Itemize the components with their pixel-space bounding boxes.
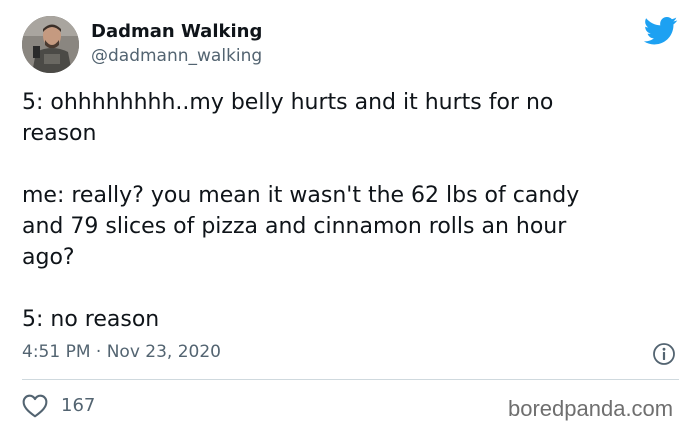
twitter-bird-icon[interactable] <box>644 17 678 45</box>
user-handle[interactable]: @dadmann_walking <box>91 46 262 66</box>
tweet-timestamp[interactable]: 4:51 PM · Nov 23, 2020 <box>22 342 221 362</box>
like-count[interactable]: 167 <box>61 395 95 416</box>
tweet-text: 5: ohhhhhhhh..my belly hurts and it hurt… <box>22 87 672 335</box>
source-watermark: boredpanda.com <box>508 396 674 421</box>
tweet-paragraph: me: really? you mean it wasn't the 62 lb… <box>22 183 580 270</box>
info-icon[interactable] <box>652 342 676 366</box>
tweet-paragraph: 5: ohhhhhhhh..my belly hurts and it hurt… <box>22 90 554 146</box>
divider <box>22 379 679 380</box>
tweet-paragraph: 5: no reason <box>22 307 160 332</box>
avatar[interactable] <box>22 16 79 73</box>
avatar-photo <box>22 16 79 73</box>
heart-icon[interactable] <box>22 394 48 418</box>
display-name[interactable]: Dadman Walking <box>91 21 262 42</box>
